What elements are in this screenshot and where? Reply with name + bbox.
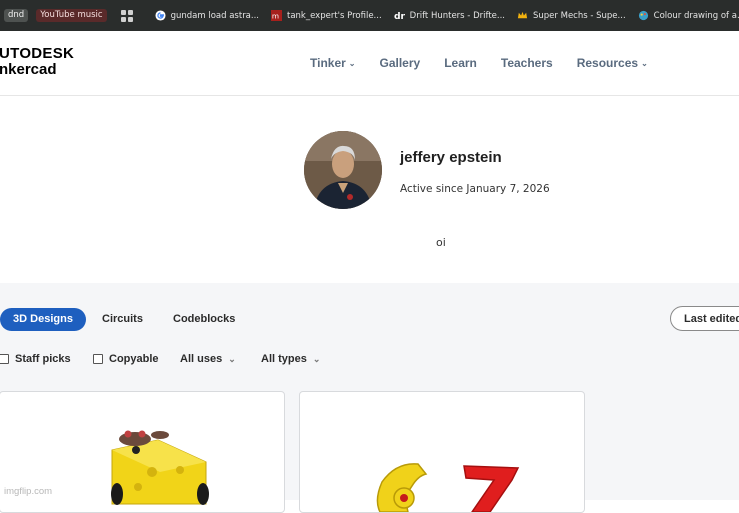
nav-label: Learn	[444, 56, 477, 70]
svg-text:m: m	[272, 12, 279, 21]
bookmark-super-mechs[interactable]: Super Mechs - Supe...	[517, 10, 626, 21]
profile-name: jeffery epstein	[400, 149, 502, 166]
main-nav: Tinker ⌄ Gallery Learn Teachers Resource…	[310, 56, 672, 70]
dr-icon: dr	[394, 11, 405, 21]
tab-circuits[interactable]: Circuits	[102, 308, 143, 331]
checkbox[interactable]	[93, 354, 103, 364]
profile-section: jeffery epstein Active since January 7, …	[0, 96, 739, 283]
filter-types-dropdown[interactable]: All types ⌄	[261, 353, 320, 365]
sort-dropdown[interactable]: Last edited	[670, 306, 739, 331]
crown-icon	[517, 11, 528, 19]
nav-resources[interactable]: Resources ⌄	[577, 56, 648, 70]
chevron-down-icon: ⌄	[228, 353, 236, 364]
site-header: UTODESK nkercad Tinker ⌄ Gallery Learn T…	[0, 31, 739, 96]
filter-staff-picks[interactable]: Staff picks	[0, 353, 71, 365]
filter-copyable[interactable]: Copyable	[93, 353, 159, 365]
checkbox[interactable]	[0, 354, 9, 364]
imgflip-watermark: imgflip.com	[4, 486, 53, 497]
bookmark-label: Super Mechs - Supe...	[533, 10, 626, 21]
tab-codeblocks[interactable]: Codeblocks	[173, 308, 235, 331]
filter-label: All uses	[180, 353, 223, 365]
apps-grid-icon[interactable]	[120, 9, 133, 22]
filter-uses-dropdown[interactable]: All uses ⌄	[180, 353, 236, 365]
bookmark-folder-youtube-music[interactable]: YouTube music	[36, 9, 107, 22]
bookmark-label: gundam load astra...	[170, 10, 259, 21]
designs-section: 3D Designs Circuits Codeblocks Last edit…	[0, 283, 739, 513]
nav-learn[interactable]: Learn	[444, 56, 477, 70]
design-card[interactable]	[299, 391, 585, 513]
logo-line-2: nkercad	[0, 61, 57, 78]
avatar	[304, 131, 382, 209]
chevron-down-icon: ⌄	[348, 58, 356, 68]
bookmark-tank-expert[interactable]: m tank_expert's Profile...	[271, 10, 382, 21]
design-thumbnail	[376, 463, 520, 512]
bookmark-label: Colour drawing of a...	[653, 10, 739, 21]
nav-teachers[interactable]: Teachers	[501, 56, 553, 70]
im-icon: m	[271, 10, 282, 21]
nav-label: Gallery	[379, 56, 421, 70]
bookmark-label: Drift Hunters - Drifte...	[409, 10, 505, 21]
nav-tinker[interactable]: Tinker ⌄	[310, 56, 356, 70]
google-icon	[155, 10, 166, 21]
autodesk-tinkercad-logo[interactable]: UTODESK nkercad	[0, 46, 74, 78]
chevron-down-icon: ⌄	[641, 58, 648, 68]
logo-line-1: UTODESK	[0, 45, 75, 62]
filter-label: Copyable	[109, 353, 159, 365]
profile-bio: oi	[436, 236, 446, 249]
active-since-text: Active since January 7, 2026	[400, 183, 550, 195]
svg-text:dr: dr	[394, 11, 405, 21]
bookmark-folder-dnd[interactable]: dnd	[4, 9, 29, 22]
filter-label: Staff picks	[15, 353, 71, 365]
bookmark-colour-drawing[interactable]: Colour drawing of a...	[638, 10, 739, 21]
bookmark-drift-hunters[interactable]: dr Drift Hunters - Drifte...	[394, 10, 505, 22]
tab-3d-designs[interactable]: 3D Designs	[0, 308, 86, 331]
nav-label: Resources	[576, 56, 639, 70]
bookmarks-bar: dnd YouTube music gundam load astra... m…	[0, 0, 739, 31]
nav-label: Teachers	[500, 56, 553, 70]
bookmark-label: tank_expert's Profile...	[287, 10, 382, 21]
nav-gallery[interactable]: Gallery	[380, 56, 421, 70]
chevron-down-icon: ⌄	[312, 353, 321, 364]
bookmark-gundam[interactable]: gundam load astra...	[155, 10, 259, 21]
nav-label: Tinker	[310, 56, 346, 70]
filter-label: All types	[261, 353, 307, 365]
palette-icon	[638, 10, 648, 21]
